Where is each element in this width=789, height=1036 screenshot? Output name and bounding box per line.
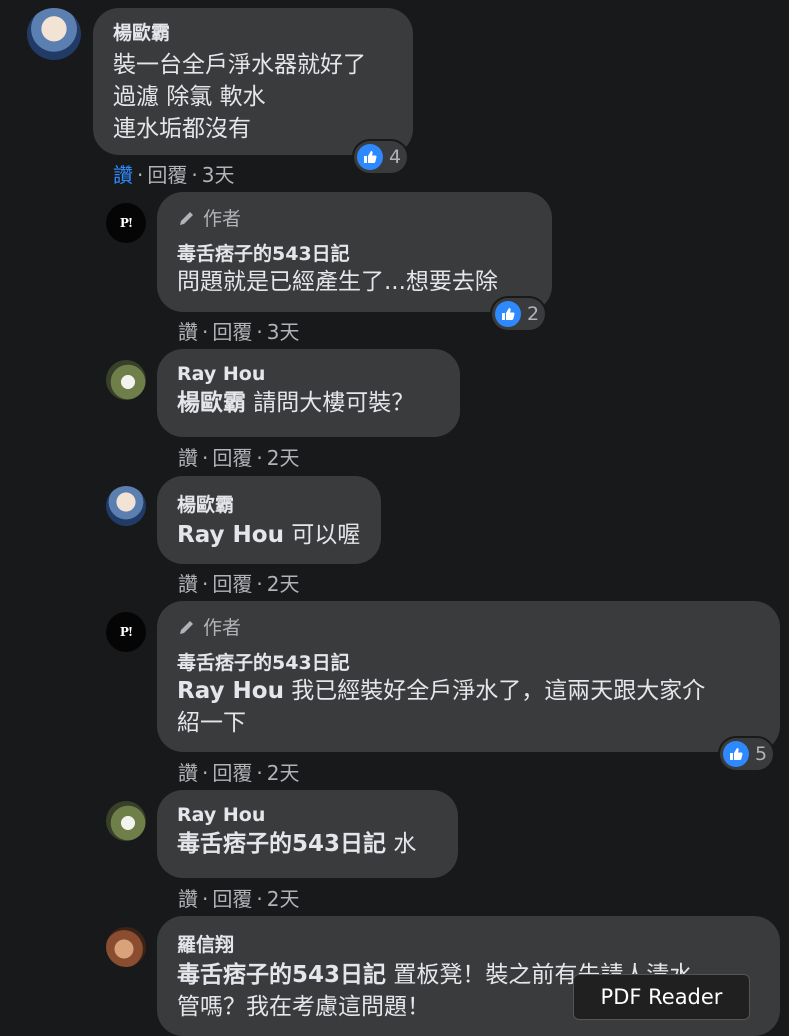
comment-author[interactable]: 毒舌痞子的543日記 bbox=[177, 239, 532, 266]
avatar[interactable] bbox=[106, 801, 146, 841]
mention-tag[interactable]: Ray Hou bbox=[177, 678, 284, 704]
comment-author[interactable]: 羅信翔 bbox=[177, 930, 760, 957]
like-link[interactable]: 讚 bbox=[178, 572, 198, 596]
mention-tag[interactable]: 毒舌痞子的543日記 bbox=[177, 962, 386, 988]
separator: · bbox=[256, 446, 263, 470]
avatar[interactable] bbox=[106, 927, 146, 967]
comment-actions: 讚 · 回覆 · 2天 bbox=[178, 757, 299, 786]
comment-body: 請問大樓可裝？ bbox=[246, 390, 415, 416]
mention-tag[interactable]: 楊歐霸 bbox=[177, 390, 246, 416]
comment-text: Ray Hou 可以喔 bbox=[177, 519, 361, 551]
comment-bubble: 楊歐霸 裝一台全戶淨水器就好了 過濾 除氯 軟水 連水垢都沒有 bbox=[93, 8, 413, 155]
reaction-number: 4 bbox=[389, 146, 402, 168]
comment-author[interactable]: Ray Hou bbox=[177, 363, 440, 385]
separator: · bbox=[202, 320, 209, 344]
mention-tag[interactable]: Ray Hou bbox=[177, 522, 284, 548]
like-link[interactable]: 讚 bbox=[113, 163, 133, 187]
pdf-reader-button[interactable]: PDF Reader bbox=[573, 974, 750, 1020]
timestamp[interactable]: 3天 bbox=[267, 320, 300, 344]
separator: · bbox=[256, 761, 263, 785]
thumbs-up-icon bbox=[495, 301, 521, 327]
comment-actions: 讚 · 回覆 · 3天 bbox=[178, 316, 299, 345]
comment-text: 連水垢都沒有 bbox=[113, 116, 251, 142]
thumbs-up-icon bbox=[723, 741, 749, 767]
avatar[interactable]: P! bbox=[106, 203, 146, 243]
comment-bubble: 楊歐霸 Ray Hou 可以喔 bbox=[157, 476, 381, 564]
like-link[interactable]: 讚 bbox=[178, 320, 198, 344]
comment-text: 裝一台全戶淨水器就好了 bbox=[113, 52, 366, 78]
reply-link[interactable]: 回覆 bbox=[212, 887, 252, 911]
separator: · bbox=[202, 572, 209, 596]
author-badge-label: 作者 bbox=[203, 617, 242, 639]
separator: · bbox=[191, 163, 198, 187]
comment-actions: 讚 · 回覆 · 3天 bbox=[113, 159, 234, 188]
reply-link[interactable]: 回覆 bbox=[212, 320, 252, 344]
timestamp[interactable]: 2天 bbox=[267, 887, 300, 911]
comment-text: 過濾 除氯 軟水 bbox=[113, 84, 266, 110]
comment-actions: 讚 · 回覆 · 2天 bbox=[178, 442, 299, 471]
comment-author[interactable]: 毒舌痞子的543日記 bbox=[177, 648, 760, 675]
avatar[interactable] bbox=[27, 8, 81, 60]
comment-text: Ray Hou 我已經裝好全戶淨水了，這兩天跟大家介 bbox=[177, 675, 760, 707]
separator: · bbox=[202, 761, 209, 785]
timestamp[interactable]: 3天 bbox=[202, 163, 235, 187]
reaction-number: 5 bbox=[755, 743, 768, 765]
reply-link[interactable]: 回覆 bbox=[212, 446, 252, 470]
thumbs-up-icon bbox=[357, 144, 383, 170]
pen-icon bbox=[180, 620, 193, 634]
separator: · bbox=[256, 887, 263, 911]
avatar-logo-text: P! bbox=[119, 625, 133, 639]
comment-actions: 讚 · 回覆 · 2天 bbox=[178, 883, 299, 912]
comment-bubble: Ray Hou 毒舌痞子的543日記 水 bbox=[157, 790, 458, 878]
like-link[interactable]: 讚 bbox=[178, 761, 198, 785]
comment-author[interactable]: 楊歐霸 bbox=[113, 18, 393, 45]
author-badge: 作者 bbox=[177, 613, 760, 640]
comment-bubble: 作者 毒舌痞子的543日記 Ray Hou 我已經裝好全戶淨水了，這兩天跟大家介… bbox=[157, 601, 780, 752]
like-link[interactable]: 讚 bbox=[178, 446, 198, 470]
comment-body: 可以喔 bbox=[283, 522, 361, 548]
comment-actions: 讚 · 回覆 · 2天 bbox=[178, 568, 299, 597]
separator: · bbox=[202, 887, 209, 911]
reply-link[interactable]: 回覆 bbox=[147, 163, 187, 187]
comment-author[interactable]: Ray Hou bbox=[177, 804, 438, 826]
separator: · bbox=[256, 572, 263, 596]
separator: · bbox=[137, 163, 144, 187]
timestamp[interactable]: 2天 bbox=[267, 761, 300, 785]
like-link[interactable]: 讚 bbox=[178, 887, 198, 911]
timestamp[interactable]: 2天 bbox=[267, 572, 300, 596]
comment-body: 水 bbox=[386, 831, 417, 857]
avatar[interactable]: P! bbox=[106, 612, 146, 652]
separator: · bbox=[202, 446, 209, 470]
comment-bubble: Ray Hou 楊歐霸 請問大樓可裝？ bbox=[157, 349, 460, 437]
timestamp[interactable]: 2天 bbox=[267, 446, 300, 470]
separator: · bbox=[256, 320, 263, 344]
comment-text: 楊歐霸 請問大樓可裝？ bbox=[177, 387, 440, 419]
reply-link[interactable]: 回覆 bbox=[212, 761, 252, 785]
avatar-logo-text: P! bbox=[119, 216, 133, 230]
reaction-count[interactable]: 5 bbox=[720, 738, 774, 770]
comment-body: 我已經裝好全戶淨水了，這兩天跟大家介 bbox=[283, 678, 706, 704]
comment-author[interactable]: 楊歐霸 bbox=[177, 490, 361, 517]
avatar[interactable] bbox=[106, 360, 146, 400]
author-badge-label: 作者 bbox=[203, 208, 242, 230]
reaction-count[interactable]: 2 bbox=[492, 298, 546, 330]
comment-text: 紹一下 bbox=[177, 710, 246, 736]
comment-text: 毒舌痞子的543日記 水 bbox=[177, 828, 438, 860]
pen-icon bbox=[180, 211, 193, 225]
comment-text: 問題就是已經產生了...想要去除 bbox=[177, 269, 498, 295]
reaction-number: 2 bbox=[527, 303, 540, 325]
mention-tag[interactable]: 毒舌痞子的543日記 bbox=[177, 831, 386, 857]
avatar[interactable] bbox=[106, 486, 146, 526]
reply-link[interactable]: 回覆 bbox=[212, 572, 252, 596]
comment-bubble: 作者 毒舌痞子的543日記 問題就是已經產生了...想要去除 bbox=[157, 192, 552, 312]
author-badge: 作者 bbox=[177, 204, 532, 231]
reaction-count[interactable]: 4 bbox=[354, 141, 408, 173]
